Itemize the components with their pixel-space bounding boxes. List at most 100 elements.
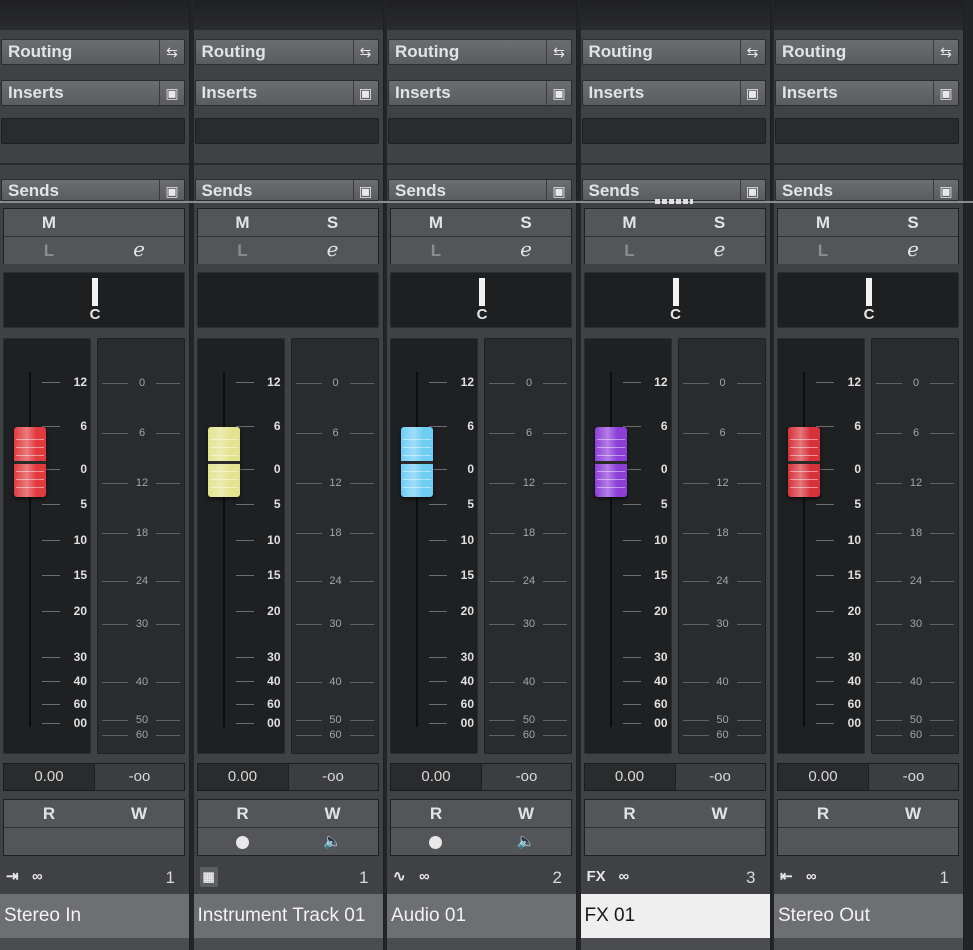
routing-button[interactable]: Routing ⇆ bbox=[581, 39, 766, 65]
insert-bypass-icon[interactable]: ▣ bbox=[352, 81, 378, 105]
solo-button[interactable] bbox=[94, 209, 184, 236]
edit-channel-button[interactable]: e bbox=[287, 237, 378, 264]
sends-bypass-icon[interactable]: ▣ bbox=[933, 180, 958, 200]
monitor-button[interactable]: 🔈 bbox=[287, 828, 378, 855]
link-icon[interactable]: ∞ bbox=[619, 867, 630, 887]
insert-slot[interactable] bbox=[581, 118, 766, 144]
sends-bypass-icon[interactable]: ▣ bbox=[159, 180, 184, 200]
inserts-button[interactable]: Inserts ▣ bbox=[194, 80, 379, 106]
mute-button[interactable]: M bbox=[584, 209, 675, 236]
write-automation-button[interactable]: W bbox=[674, 800, 765, 827]
sends-button[interactable]: Sends ▣ bbox=[388, 179, 572, 201]
peak-value[interactable]: -oo bbox=[869, 764, 958, 790]
mute-button[interactable]: M bbox=[778, 209, 868, 236]
pan-control[interactable]: C bbox=[3, 272, 185, 328]
insert-slot[interactable] bbox=[775, 118, 959, 144]
volume-value[interactable]: 0.00 bbox=[778, 764, 868, 790]
link-icon[interactable]: ∞ bbox=[419, 867, 430, 887]
sends-bypass-icon[interactable]: ▣ bbox=[352, 180, 378, 200]
volume-value[interactable]: 0.00 bbox=[4, 764, 94, 790]
inserts-button[interactable]: Inserts ▣ bbox=[775, 80, 959, 106]
sends-button[interactable]: Sends ▣ bbox=[194, 179, 379, 201]
read-automation-button[interactable]: R bbox=[391, 800, 481, 827]
listen-button[interactable]: L bbox=[778, 237, 868, 264]
edit-channel-button[interactable]: e bbox=[481, 237, 571, 264]
channel-name[interactable]: FX 01 bbox=[580, 894, 770, 938]
mute-button[interactable]: M bbox=[391, 209, 481, 236]
volume-value[interactable]: 0.00 bbox=[197, 764, 288, 790]
pan-control[interactable]: C bbox=[583, 272, 766, 328]
volume-fader[interactable]: 12 6 0 5 10 15 20 30 40 60 00 bbox=[196, 338, 285, 754]
insert-bypass-icon[interactable]: ▣ bbox=[739, 81, 765, 105]
mute-button[interactable]: M bbox=[4, 209, 94, 236]
read-automation-button[interactable]: R bbox=[4, 800, 94, 827]
listen-button[interactable]: L bbox=[4, 237, 94, 264]
monitor-button[interactable] bbox=[94, 828, 184, 855]
link-icon[interactable]: ∞ bbox=[806, 867, 817, 887]
volume-fader[interactable]: 12 6 0 5 10 15 20 30 40 60 00 bbox=[390, 338, 478, 754]
fader-handle[interactable] bbox=[14, 427, 46, 497]
volume-fader[interactable]: 12 6 0 5 10 15 20 30 40 60 00 bbox=[777, 338, 865, 754]
pan-control[interactable] bbox=[196, 272, 379, 328]
write-automation-button[interactable]: W bbox=[481, 800, 571, 827]
sends-button[interactable]: Sends ▣ bbox=[1, 179, 185, 201]
monitor-button[interactable] bbox=[868, 828, 958, 855]
record-enable-button[interactable] bbox=[197, 828, 288, 855]
insert-bypass-icon[interactable]: ▣ bbox=[546, 81, 571, 105]
read-automation-button[interactable]: R bbox=[778, 800, 868, 827]
peak-value[interactable]: -oo bbox=[482, 764, 571, 790]
edit-channel-button[interactable]: e bbox=[94, 237, 184, 264]
insert-slot[interactable] bbox=[388, 118, 572, 144]
volume-fader[interactable]: 12 6 0 5 10 15 20 30 40 60 00 bbox=[3, 338, 91, 754]
routing-button[interactable]: Routing ⇆ bbox=[775, 39, 959, 65]
record-enable-button[interactable] bbox=[584, 828, 675, 855]
insert-slot[interactable] bbox=[1, 118, 185, 144]
link-icon[interactable]: ∞ bbox=[32, 867, 43, 887]
solo-button[interactable]: S bbox=[287, 209, 378, 236]
inserts-button[interactable]: Inserts ▣ bbox=[388, 80, 572, 106]
record-enable-button[interactable] bbox=[4, 828, 94, 855]
record-enable-button[interactable] bbox=[778, 828, 868, 855]
insert-slot[interactable] bbox=[194, 118, 379, 144]
volume-value[interactable]: 0.00 bbox=[584, 764, 675, 790]
solo-button[interactable]: S bbox=[868, 209, 958, 236]
sends-button[interactable]: Sends ▣ bbox=[581, 179, 766, 201]
peak-value[interactable]: -oo bbox=[675, 764, 765, 790]
channel-name[interactable]: Audio 01 bbox=[387, 894, 576, 938]
fader-handle[interactable] bbox=[207, 427, 240, 497]
insert-bypass-icon[interactable]: ▣ bbox=[933, 81, 958, 105]
pan-control[interactable]: C bbox=[390, 272, 572, 328]
read-automation-button[interactable]: R bbox=[584, 800, 675, 827]
volume-fader[interactable]: 12 6 0 5 10 15 20 30 40 60 00 bbox=[583, 338, 672, 754]
fader-handle[interactable] bbox=[788, 427, 820, 497]
write-automation-button[interactable]: W bbox=[287, 800, 378, 827]
inserts-button[interactable]: Inserts ▣ bbox=[581, 80, 766, 106]
fader-handle[interactable] bbox=[594, 427, 627, 497]
edit-channel-button[interactable]: e bbox=[868, 237, 958, 264]
sends-bypass-icon[interactable]: ▣ bbox=[739, 180, 765, 200]
read-automation-button[interactable]: R bbox=[197, 800, 288, 827]
inserts-button[interactable]: Inserts ▣ bbox=[1, 80, 185, 106]
channel-name[interactable]: Stereo Out bbox=[774, 894, 963, 938]
solo-button[interactable]: S bbox=[674, 209, 765, 236]
peak-value[interactable]: -oo bbox=[288, 764, 378, 790]
rack-resize-grip[interactable] bbox=[655, 199, 693, 204]
solo-button[interactable]: S bbox=[481, 209, 571, 236]
listen-button[interactable]: L bbox=[197, 237, 288, 264]
mute-button[interactable]: M bbox=[197, 209, 288, 236]
edit-channel-button[interactable]: e bbox=[674, 237, 765, 264]
sends-button[interactable]: Sends ▣ bbox=[775, 179, 959, 201]
listen-button[interactable]: L bbox=[391, 237, 481, 264]
insert-bypass-icon[interactable]: ▣ bbox=[159, 81, 184, 105]
write-automation-button[interactable]: W bbox=[868, 800, 958, 827]
listen-button[interactable]: L bbox=[584, 237, 675, 264]
monitor-button[interactable] bbox=[674, 828, 765, 855]
volume-value[interactable]: 0.00 bbox=[391, 764, 481, 790]
fader-handle[interactable] bbox=[401, 427, 433, 497]
routing-button[interactable]: Routing ⇆ bbox=[1, 39, 185, 65]
sends-bypass-icon[interactable]: ▣ bbox=[546, 180, 571, 200]
monitor-button[interactable]: 🔈 bbox=[481, 828, 571, 855]
channel-name[interactable]: Stereo In bbox=[0, 894, 189, 938]
record-enable-button[interactable] bbox=[391, 828, 481, 855]
peak-value[interactable]: -oo bbox=[95, 764, 184, 790]
